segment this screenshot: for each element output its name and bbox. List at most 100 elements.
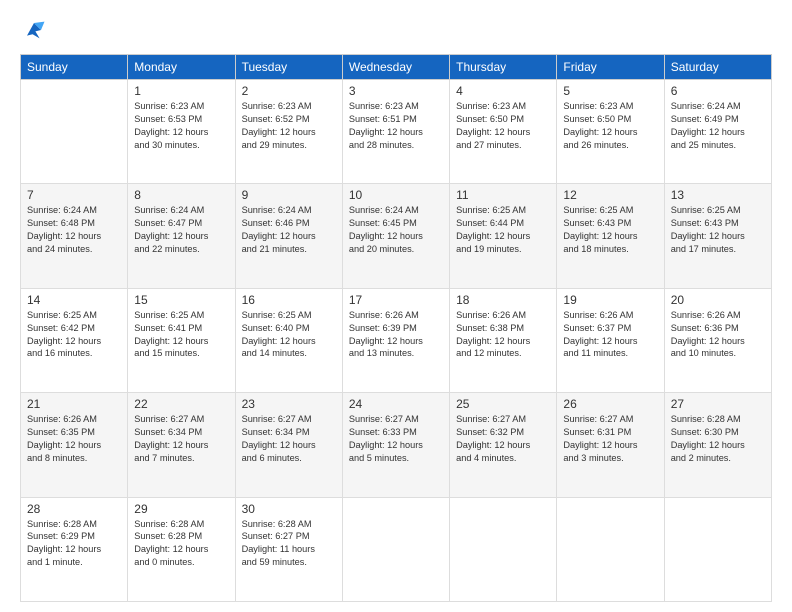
day-number: 7 (27, 188, 121, 202)
calendar-cell: 2 Sunrise: 6:23 AM Sunset: 6:52 PM Daylig… (235, 80, 342, 184)
day-number: 1 (134, 84, 228, 98)
calendar-cell: 15 Sunrise: 6:25 AM Sunset: 6:41 PM Dayli… (128, 288, 235, 392)
calendar-cell: 6 Sunrise: 6:24 AM Sunset: 6:49 PM Daylig… (664, 80, 771, 184)
calendar-cell: 4 Sunrise: 6:23 AM Sunset: 6:50 PM Daylig… (450, 80, 557, 184)
calendar-cell: 13Sunrise: 6:25 AM Sunset: 6:43 PM Dayli… (664, 184, 771, 288)
calendar-cell: 10 Sunrise: 6:24 AM Sunset: 6:45 PM Dayli… (342, 184, 449, 288)
calendar-cell: 29 Sunrise: 6:28 AM Sunset: 6:28 PM Dayli… (128, 497, 235, 601)
calendar-header-monday: Monday (128, 55, 235, 80)
calendar-week-2: 7 Sunrise: 6:24 AM Sunset: 6:48 PM Daylig… (21, 184, 772, 288)
calendar-cell: 9Sunrise: 6:24 AM Sunset: 6:46 PM Daylig… (235, 184, 342, 288)
day-number: 27 (671, 397, 765, 411)
day-number: 4 (456, 84, 550, 98)
day-number: 6 (671, 84, 765, 98)
calendar-cell: 23 Sunrise: 6:27 AM Sunset: 6:34 PM Dayli… (235, 393, 342, 497)
calendar-week-3: 14Sunrise: 6:25 AM Sunset: 6:42 PM Dayli… (21, 288, 772, 392)
calendar-cell: 26 Sunrise: 6:27 AM Sunset: 6:31 PM Dayli… (557, 393, 664, 497)
calendar-header-row: SundayMondayTuesdayWednesdayThursdayFrid… (21, 55, 772, 80)
day-number: 11 (456, 188, 550, 202)
calendar-header-friday: Friday (557, 55, 664, 80)
calendar: SundayMondayTuesdayWednesdayThursdayFrid… (20, 54, 772, 602)
calendar-cell: 14Sunrise: 6:25 AM Sunset: 6:42 PM Dayli… (21, 288, 128, 392)
day-number: 25 (456, 397, 550, 411)
day-info: Sunrise: 6:25 AM Sunset: 6:43 PM Dayligh… (563, 204, 657, 256)
calendar-header-saturday: Saturday (664, 55, 771, 80)
calendar-week-5: 28 Sunrise: 6:28 AM Sunset: 6:29 PM Dayli… (21, 497, 772, 601)
day-info: Sunrise: 6:25 AM Sunset: 6:41 PM Dayligh… (134, 309, 228, 361)
day-number: 2 (242, 84, 336, 98)
day-number: 28 (27, 502, 121, 516)
day-info: Sunrise: 6:26 AM Sunset: 6:37 PM Dayligh… (563, 309, 657, 361)
day-info: Sunrise: 6:23 AM Sunset: 6:51 PM Dayligh… (349, 100, 443, 152)
day-number: 19 (563, 293, 657, 307)
calendar-cell: 12 Sunrise: 6:25 AM Sunset: 6:43 PM Dayli… (557, 184, 664, 288)
day-info: Sunrise: 6:25 AM Sunset: 6:40 PM Dayligh… (242, 309, 336, 361)
day-number: 5 (563, 84, 657, 98)
day-info: Sunrise: 6:23 AM Sunset: 6:52 PM Dayligh… (242, 100, 336, 152)
day-info: Sunrise: 6:24 AM Sunset: 6:48 PM Dayligh… (27, 204, 121, 256)
day-info: Sunrise: 6:24 AM Sunset: 6:45 PM Dayligh… (349, 204, 443, 256)
day-info: Sunrise: 6:28 AM Sunset: 6:29 PM Dayligh… (27, 518, 121, 570)
day-info: Sunrise: 6:24 AM Sunset: 6:47 PM Dayligh… (134, 204, 228, 256)
calendar-cell (21, 80, 128, 184)
day-info: Sunrise: 6:27 AM Sunset: 6:34 PM Dayligh… (134, 413, 228, 465)
day-number: 24 (349, 397, 443, 411)
day-info: Sunrise: 6:27 AM Sunset: 6:32 PM Dayligh… (456, 413, 550, 465)
day-number: 21 (27, 397, 121, 411)
day-number: 22 (134, 397, 228, 411)
day-number: 3 (349, 84, 443, 98)
day-number: 23 (242, 397, 336, 411)
calendar-week-4: 21Sunrise: 6:26 AM Sunset: 6:35 PM Dayli… (21, 393, 772, 497)
day-number: 12 (563, 188, 657, 202)
page: SundayMondayTuesdayWednesdayThursdayFrid… (0, 0, 792, 612)
day-number: 18 (456, 293, 550, 307)
day-number: 29 (134, 502, 228, 516)
calendar-cell: 3 Sunrise: 6:23 AM Sunset: 6:51 PM Daylig… (342, 80, 449, 184)
calendar-cell: 19 Sunrise: 6:26 AM Sunset: 6:37 PM Dayli… (557, 288, 664, 392)
calendar-cell: 1 Sunrise: 6:23 AM Sunset: 6:53 PM Daylig… (128, 80, 235, 184)
logo (20, 16, 52, 44)
day-number: 10 (349, 188, 443, 202)
calendar-cell: 25 Sunrise: 6:27 AM Sunset: 6:32 PM Dayli… (450, 393, 557, 497)
calendar-cell: 27 Sunrise: 6:28 AM Sunset: 6:30 PM Dayli… (664, 393, 771, 497)
day-info: Sunrise: 6:26 AM Sunset: 6:38 PM Dayligh… (456, 309, 550, 361)
calendar-cell: 11Sunrise: 6:25 AM Sunset: 6:44 PM Dayli… (450, 184, 557, 288)
day-info: Sunrise: 6:26 AM Sunset: 6:36 PM Dayligh… (671, 309, 765, 361)
calendar-cell: 22 Sunrise: 6:27 AM Sunset: 6:34 PM Dayli… (128, 393, 235, 497)
day-info: Sunrise: 6:28 AM Sunset: 6:28 PM Dayligh… (134, 518, 228, 570)
calendar-cell: 7 Sunrise: 6:24 AM Sunset: 6:48 PM Daylig… (21, 184, 128, 288)
calendar-cell: 18 Sunrise: 6:26 AM Sunset: 6:38 PM Dayli… (450, 288, 557, 392)
day-info: Sunrise: 6:25 AM Sunset: 6:43 PM Dayligh… (671, 204, 765, 256)
calendar-header-sunday: Sunday (21, 55, 128, 80)
calendar-cell: 8 Sunrise: 6:24 AM Sunset: 6:47 PM Daylig… (128, 184, 235, 288)
day-info: Sunrise: 6:26 AM Sunset: 6:39 PM Dayligh… (349, 309, 443, 361)
calendar-cell: 16Sunrise: 6:25 AM Sunset: 6:40 PM Dayli… (235, 288, 342, 392)
calendar-cell: 21Sunrise: 6:26 AM Sunset: 6:35 PM Dayli… (21, 393, 128, 497)
day-number: 8 (134, 188, 228, 202)
header (20, 16, 772, 44)
calendar-cell: 24 Sunrise: 6:27 AM Sunset: 6:33 PM Dayli… (342, 393, 449, 497)
calendar-header-tuesday: Tuesday (235, 55, 342, 80)
day-info: Sunrise: 6:27 AM Sunset: 6:34 PM Dayligh… (242, 413, 336, 465)
day-info: Sunrise: 6:25 AM Sunset: 6:42 PM Dayligh… (27, 309, 121, 361)
calendar-cell: 30 Sunrise: 6:28 AM Sunset: 6:27 PM Dayli… (235, 497, 342, 601)
calendar-cell: 17 Sunrise: 6:26 AM Sunset: 6:39 PM Dayli… (342, 288, 449, 392)
day-info: Sunrise: 6:23 AM Sunset: 6:50 PM Dayligh… (456, 100, 550, 152)
day-number: 15 (134, 293, 228, 307)
calendar-cell (664, 497, 771, 601)
day-info: Sunrise: 6:27 AM Sunset: 6:31 PM Dayligh… (563, 413, 657, 465)
day-info: Sunrise: 6:24 AM Sunset: 6:46 PM Dayligh… (242, 204, 336, 256)
day-number: 17 (349, 293, 443, 307)
day-info: Sunrise: 6:28 AM Sunset: 6:30 PM Dayligh… (671, 413, 765, 465)
calendar-cell: 20Sunrise: 6:26 AM Sunset: 6:36 PM Dayli… (664, 288, 771, 392)
day-info: Sunrise: 6:28 AM Sunset: 6:27 PM Dayligh… (242, 518, 336, 570)
day-number: 30 (242, 502, 336, 516)
day-number: 26 (563, 397, 657, 411)
logo-bird-icon (20, 16, 48, 44)
day-info: Sunrise: 6:27 AM Sunset: 6:33 PM Dayligh… (349, 413, 443, 465)
day-info: Sunrise: 6:24 AM Sunset: 6:49 PM Dayligh… (671, 100, 765, 152)
calendar-header-wednesday: Wednesday (342, 55, 449, 80)
calendar-cell (557, 497, 664, 601)
day-info: Sunrise: 6:23 AM Sunset: 6:53 PM Dayligh… (134, 100, 228, 152)
calendar-cell: 28 Sunrise: 6:28 AM Sunset: 6:29 PM Dayli… (21, 497, 128, 601)
